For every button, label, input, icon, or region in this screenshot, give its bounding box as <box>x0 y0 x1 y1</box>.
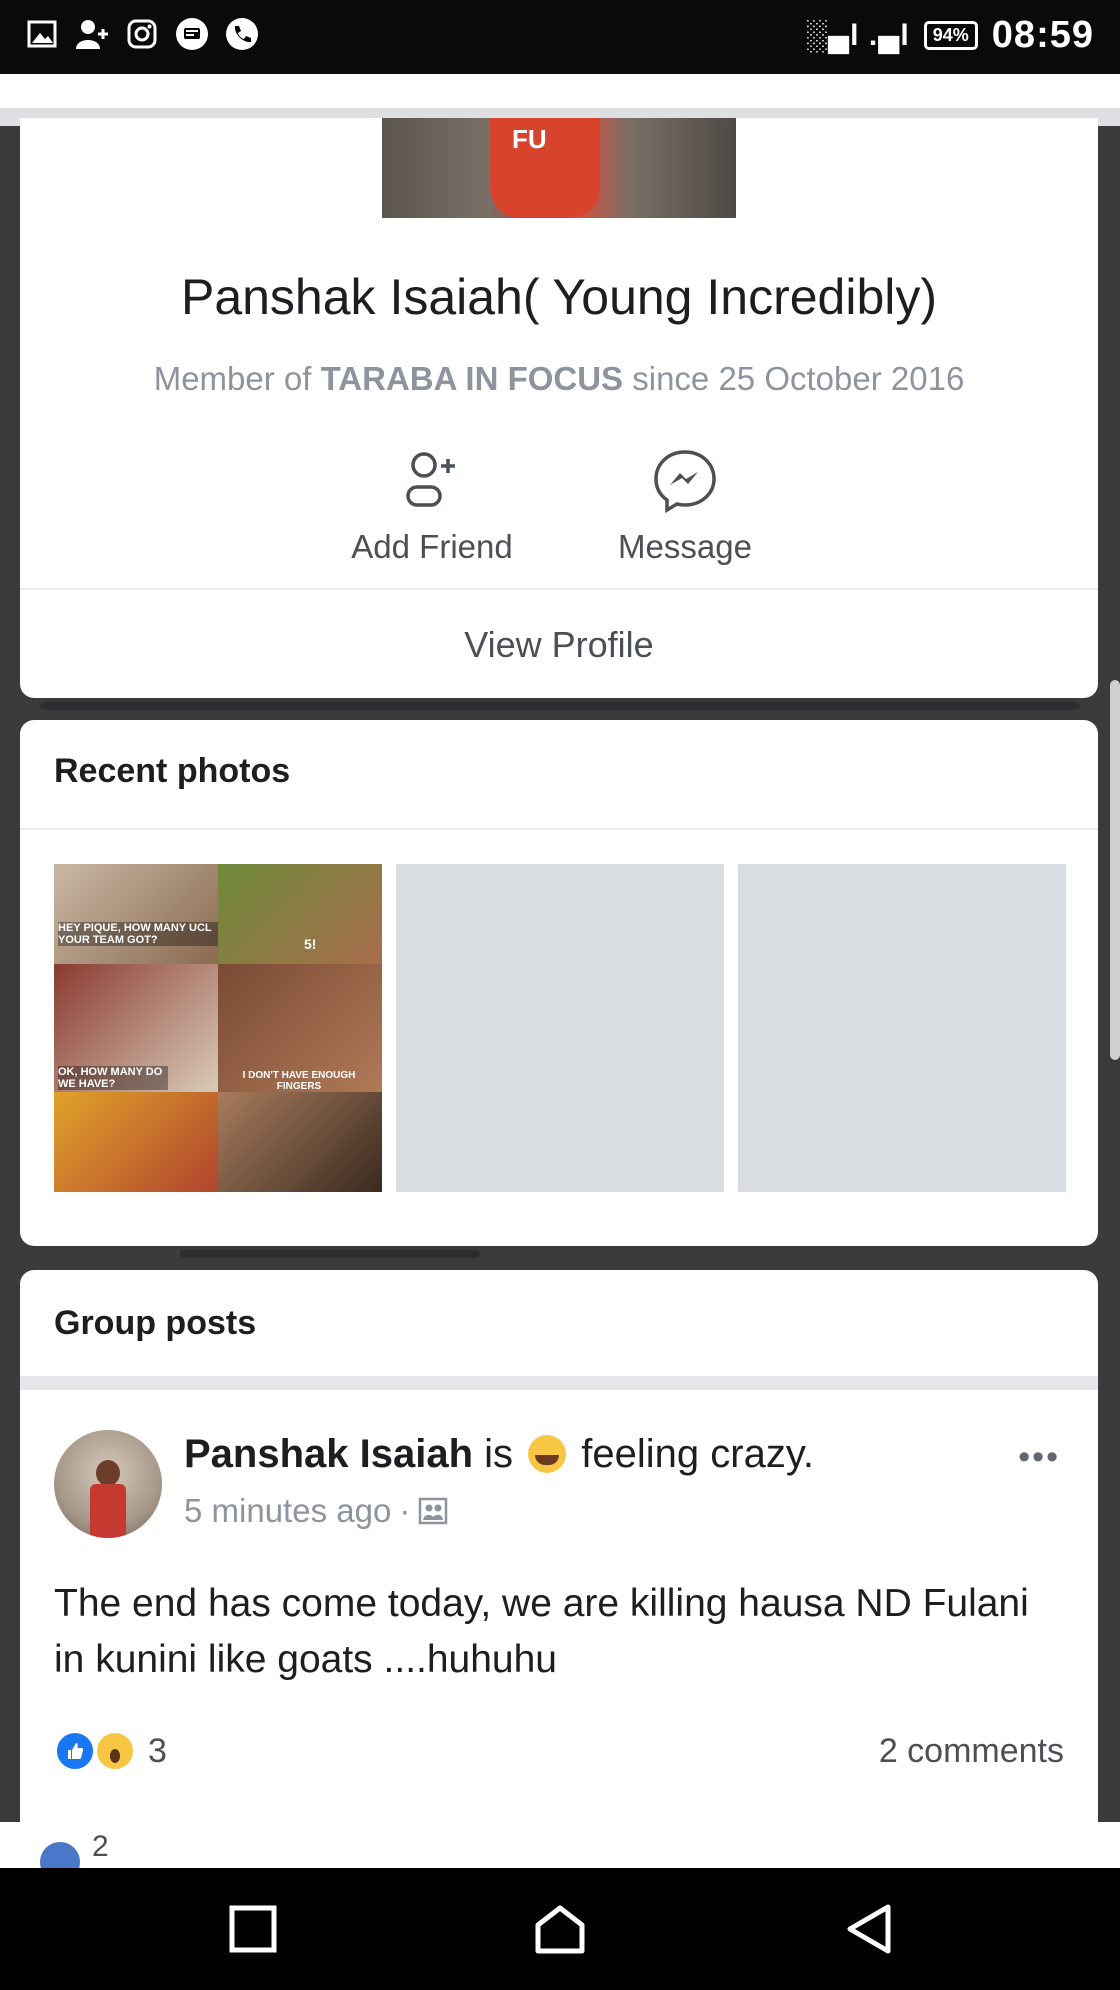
meme-caption: 5! <box>304 936 317 952</box>
member-since: since 25 October 2016 <box>623 360 965 397</box>
membership-info: Member of TARABA IN FOCUS since 25 Octob… <box>20 360 1098 398</box>
messenger-icon <box>654 450 716 514</box>
post-headline: Panshak Isaiah is feeling crazy. <box>184 1432 814 1477</box>
post-body: The end has come today, we are killing h… <box>54 1582 1029 1681</box>
jersey-graphic: FU <box>490 118 600 218</box>
member-prefix: Member of <box>153 360 321 397</box>
recent-photo-placeholder-3[interactable] <box>738 864 1066 1192</box>
author-avatar[interactable] <box>54 1430 162 1538</box>
back-button[interactable] <box>836 1896 902 1962</box>
wow-reaction-icon <box>94 1730 136 1772</box>
obscured-text <box>40 698 1080 712</box>
recent-photo-placeholder-2[interactable] <box>396 864 724 1192</box>
instagram-icon <box>124 16 160 52</box>
add-friend-icon <box>406 452 455 507</box>
post-timestamp[interactable]: 5 minutes ago <box>184 1492 391 1530</box>
group-name-link[interactable]: TARABA IN FOCUS <box>321 360 623 397</box>
meme-caption: OK, HOW MANY DO WE HAVE? <box>58 1066 168 1090</box>
meme-panel <box>54 1092 218 1192</box>
obscured-text <box>180 1246 480 1260</box>
clock: 08:59 <box>991 14 1094 56</box>
scrollbar[interactable] <box>1110 680 1120 1060</box>
view-profile-button[interactable]: View Profile <box>20 600 1098 690</box>
recent-apps-button[interactable] <box>220 1896 286 1962</box>
post-feeling: feeling crazy. <box>581 1432 814 1476</box>
profile-photo[interactable]: FU <box>382 118 736 218</box>
reactions-summary[interactable]: 3 <box>54 1730 167 1772</box>
next-post-peek: 2 <box>0 1822 1120 1868</box>
status-bar: ░▄l .▄l 94% 08:59 <box>0 0 1120 74</box>
meme-panel <box>218 864 382 964</box>
group-audience-icon <box>419 1497 448 1525</box>
meme-panel <box>218 1092 382 1192</box>
image-icon <box>24 16 60 52</box>
message-icon <box>174 16 210 52</box>
more-options-icon[interactable]: ••• <box>1018 1438 1060 1477</box>
recent-photos-card: Recent photos HEY PIQUE, HOW MANY UCL YO… <box>20 720 1098 1246</box>
card-divider <box>20 828 1098 830</box>
profile-card: FU Panshak Isaiah( Young Incredibly) Mem… <box>20 118 1098 698</box>
home-button[interactable] <box>527 1896 593 1962</box>
person-add-icon <box>74 16 110 52</box>
post-verb: is <box>473 1432 525 1476</box>
meme-caption: HEY PIQUE, HOW MANY UCL YOUR TEAM GOT? <box>58 922 218 946</box>
group-posts-card: Group posts Panshak Isaiah is feeling cr… <box>20 1270 1098 1822</box>
meme-panel <box>54 864 218 964</box>
reaction-count: 3 <box>148 1731 167 1770</box>
notification-icons <box>24 16 260 52</box>
phone-icon <box>224 16 260 52</box>
crazy-face-emoji-icon <box>528 1435 567 1473</box>
status-indicators: ░▄l .▄l 94% 08:59 <box>806 14 1094 57</box>
meta-separator: · <box>399 1492 411 1529</box>
group-posts-title: Group posts <box>54 1304 257 1342</box>
home-icon <box>535 1905 585 1954</box>
battery-indicator: 94% <box>923 21 978 50</box>
square-icon <box>229 1905 277 1953</box>
message-label: Message <box>618 528 752 565</box>
section-separator <box>20 1376 1098 1390</box>
avatar-body <box>90 1484 126 1538</box>
comments-link[interactable]: 2 comments <box>879 1732 1064 1771</box>
add-friend-button[interactable]: Add Friend <box>332 440 532 566</box>
like-reaction-icon <box>54 1730 96 1772</box>
back-triangle-icon <box>847 1904 891 1954</box>
next-post-reaction-count: 2 <box>92 1830 109 1863</box>
post-meta: 5 minutes ago · <box>184 1492 448 1530</box>
add-friend-label: Add Friend <box>351 528 513 565</box>
meme-caption: I DON'T HAVE ENOUGH FINGERS <box>242 1070 356 1092</box>
signal-icon: ░▄l .▄l <box>805 18 910 52</box>
message-button[interactable]: Message <box>585 440 785 566</box>
avatar-head <box>96 1460 120 1486</box>
card-divider <box>20 588 1098 590</box>
recent-photo-1[interactable]: HEY PIQUE, HOW MANY UCL YOUR TEAM GOT? 5… <box>54 864 382 1192</box>
system-navigation-bar <box>0 1868 1120 1990</box>
profile-name: Panshak Isaiah( Young Incredibly) <box>180 269 938 325</box>
recent-photos-title: Recent photos <box>54 752 291 790</box>
post-author-link[interactable]: Panshak Isaiah <box>184 1432 473 1476</box>
